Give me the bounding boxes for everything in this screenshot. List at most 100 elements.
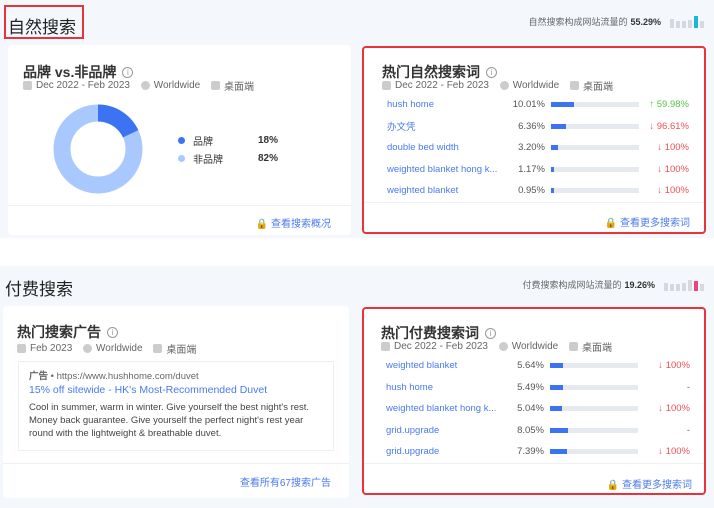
arrow-down-icon: ↓ (658, 446, 666, 458)
change-indicator: ↓ 100% (658, 403, 690, 415)
keyword-link[interactable]: grid.upgrade (386, 425, 506, 436)
share-label: 自然搜索构成网站流量的 (528, 17, 628, 27)
keyword-link[interactable]: hush home (387, 99, 507, 110)
globe-icon (83, 344, 93, 353)
traffic-share: 5.49% (517, 381, 544, 393)
traffic-share: 3.20% (518, 142, 545, 154)
change-indicator: ↓ 100% (658, 446, 690, 458)
share-value: 55.29% (630, 16, 661, 27)
brand-vs-nonbrand-card: 品牌 vs.非品牌 i Dec 2022 - Feb 2023 Worldwide… (8, 45, 351, 235)
view-search-overview-link[interactable]: 🔒 查看搜索概况 (256, 215, 331, 230)
arrow-up-icon: ↑ (649, 99, 657, 111)
share-bar (550, 449, 638, 455)
legend-dot-nonbrand (178, 154, 185, 162)
card-title: 热门搜索广告 (17, 324, 101, 340)
share-bar (550, 427, 638, 433)
info-icon[interactable]: i (485, 327, 496, 339)
share-bar (551, 188, 639, 194)
link-label: 查看更多搜索词 (620, 218, 690, 229)
traffic-share: 7.39% (517, 446, 544, 458)
share-bar-fill (551, 123, 566, 129)
keyword-link[interactable]: double bed width (387, 142, 507, 153)
share-value: 19.26% (624, 279, 655, 290)
keyword-link[interactable]: weighted blanket (387, 185, 507, 196)
view-more-keywords-link[interactable]: 🔒 查看更多搜索词 (605, 214, 690, 229)
traffic-share: 6.36% (518, 120, 545, 132)
share-bar-fill (551, 188, 554, 194)
arrow-down-icon: ↓ (657, 163, 665, 175)
ad-label: 广告 (29, 371, 49, 382)
keyword-list: weighted blanket 5.64% ↓ 100% hush home 5.49… (386, 355, 690, 463)
share-bar (551, 166, 639, 172)
device: 桌面端 (582, 343, 613, 354)
share-bar-fill (550, 449, 567, 455)
share-bar (551, 145, 639, 151)
keyword-link[interactable]: weighted blanket hong k... (387, 164, 507, 175)
share-label: 付费搜索构成网站流量的 (522, 280, 622, 290)
traffic-share: 0.95% (518, 185, 545, 197)
ad-preview: 广告 • https://www.hushhome.com/duvet 15% … (18, 361, 334, 451)
info-icon[interactable]: i (107, 326, 118, 338)
keyword-link[interactable]: weighted blanket hong k... (386, 403, 506, 414)
top-paid-keywords-card: 热门付费搜索词 i Dec 2022 - Feb 2023 Worldwide 桌… (362, 307, 706, 495)
legend-value: 18% (258, 134, 279, 146)
traffic-share: 10.01% (512, 99, 545, 111)
share-bar (551, 123, 639, 129)
organic-traffic-share: 自然搜索构成网站流量的 55.29% (528, 15, 704, 28)
globe-icon (499, 81, 509, 90)
paid-traffic-share: 付费搜索构成网站流量的 19.26% (522, 278, 704, 291)
legend-dot-brand (178, 136, 185, 144)
traffic-share: 5.04% (517, 403, 544, 415)
traffic-share: 1.17% (518, 163, 545, 175)
date-range: Dec 2022 - Feb 2023 (395, 80, 489, 91)
keyword-link[interactable]: weighted blanket (386, 360, 506, 371)
arrow-down-icon: ↓ (657, 185, 665, 197)
device: 桌面端 (224, 82, 255, 93)
change-indicator: ↓ 96.61% (649, 120, 689, 132)
keyword-row: weighted blanket 0.95% ↓ 100% (387, 180, 689, 202)
traffic-share: 5.64% (517, 360, 544, 372)
view-more-keywords-link[interactable]: 🔒 查看更多搜索词 (607, 476, 692, 491)
keyword-row: weighted blanket hong k... 1.17% ↓ 100% (387, 159, 689, 181)
change-indicator: ↓ 100% (657, 142, 689, 154)
region: Worldwide (512, 80, 560, 91)
view-all-ads-link[interactable]: 查看所有67搜索广告 (240, 474, 331, 489)
share-bar-fill (551, 145, 559, 151)
calendar-icon (381, 342, 390, 351)
change-indicator: - (686, 424, 690, 436)
share-bar-fill (551, 102, 574, 108)
legend-label: 品牌 (193, 136, 213, 148)
share-bar-fill (551, 166, 554, 172)
keyword-row: grid.upgrade 8.05% - (386, 420, 690, 442)
info-icon[interactable]: i (122, 66, 134, 78)
keyword-row: grid.upgrade 7.39% ↓ 100% (386, 441, 690, 463)
arrow-down-icon: ↓ (658, 360, 666, 372)
legend-label: 非品牌 (193, 154, 223, 166)
top-search-ads-card: 热门搜索广告 i Feb 2023 Worldwide 桌面端 广告 • http… (3, 306, 349, 498)
arrow-down-icon: ↓ (649, 120, 657, 132)
keyword-link[interactable]: grid.upgrade (386, 446, 506, 457)
desktop-icon (211, 81, 221, 90)
arrow-down-icon: ↓ (658, 403, 666, 415)
share-bar-fill (550, 427, 569, 433)
change-indicator: ↓ 100% (657, 185, 689, 197)
share-bar (550, 384, 638, 390)
brand-donut-chart (53, 104, 143, 194)
share-bar (550, 406, 638, 412)
globe-icon (140, 81, 150, 90)
keyword-list: hush home 10.01% ↑ 59.98% 办文凭 6.36% ↓ 96.61% d… (387, 94, 689, 202)
date-range: Feb 2023 (30, 343, 73, 354)
share-bar-fill (550, 363, 563, 369)
region: Worldwide (96, 343, 143, 354)
link-label: 查看搜索概况 (271, 219, 331, 230)
keyword-row: double bed width 3.20% ↓ 100% (387, 137, 689, 159)
keyword-link[interactable]: 办文凭 (387, 119, 507, 133)
keyword-link[interactable]: hush home (386, 382, 506, 393)
desktop-icon (569, 342, 579, 351)
ad-headline[interactable]: 15% off sitewide - HK's Most-Recommended… (29, 384, 323, 397)
info-icon[interactable]: i (486, 66, 497, 78)
organic-section-title: 自然搜索 (8, 18, 76, 37)
share-bar-fill (550, 406, 562, 412)
calendar-icon (23, 81, 32, 90)
top-organic-keywords-card: 热门自然搜索词 i Dec 2022 - Feb 2023 Worldwide 桌… (362, 46, 706, 234)
